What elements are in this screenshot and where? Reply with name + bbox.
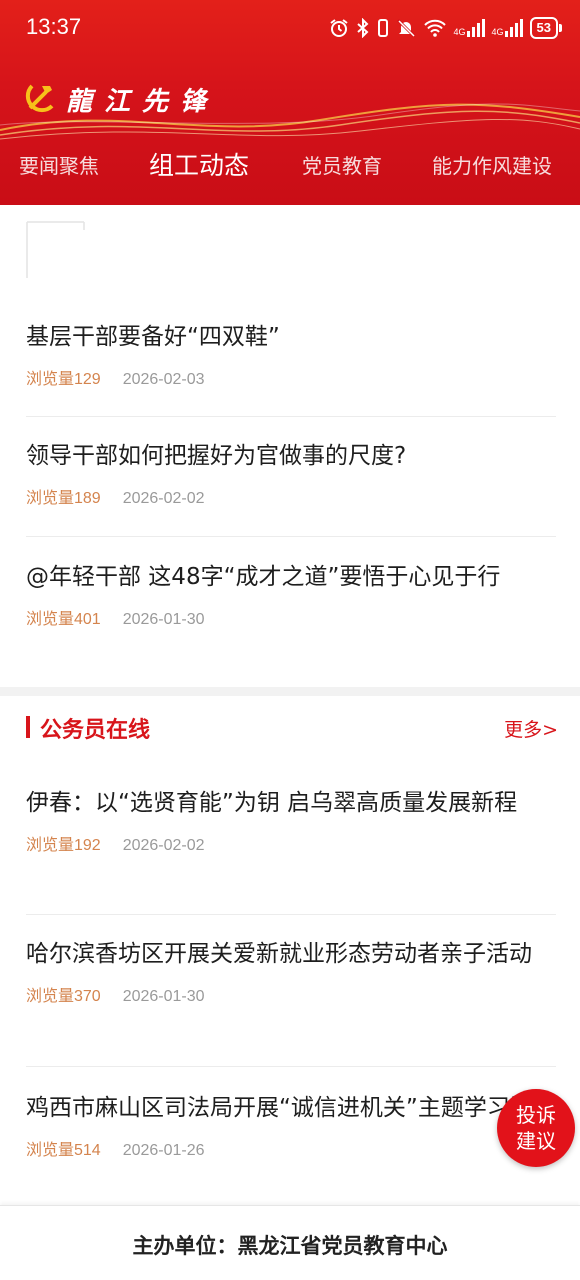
view-count: 浏览量129	[26, 371, 101, 388]
section-separator	[0, 687, 580, 696]
tab-capability-style[interactable]: 能力作风建设	[432, 150, 552, 179]
article-date: 2026-01-30	[122, 611, 205, 628]
section-accent-bar	[26, 716, 30, 738]
tab-news-focus[interactable]: 要闻聚焦	[19, 150, 99, 179]
app-header: 13:37 4G 4G 53 龍江先锋 要闻聚焦 组工动态 党员教育 能力作风建…	[0, 0, 580, 205]
divider	[26, 914, 556, 915]
view-count: 浏览量192	[26, 837, 101, 854]
list-item[interactable]: 伊春：以“选贤育能”为钥 启乌翠高质量发展新程 浏览量192 2026-02-02	[26, 788, 556, 855]
party-emblem-icon	[24, 80, 58, 118]
signal-icon-2: 4G	[492, 19, 523, 37]
article-meta: 浏览量129 2026-02-03	[26, 365, 556, 389]
article-date: 2026-01-26	[122, 1142, 205, 1159]
article-meta: 浏览量192 2026-02-02	[26, 831, 556, 855]
article-title: 鸡西市麻山区司法局开展“诚信进机关”主题学习活动	[26, 1095, 556, 1121]
article-title: 哈尔滨香坊区开展关爱新就业形态劳动者亲子活动	[26, 941, 532, 967]
article-title: 伊春：以“选贤育能”为钥 启乌翠高质量发展新程	[26, 790, 518, 816]
wifi-icon	[423, 18, 447, 38]
view-count: 浏览量401	[26, 611, 101, 628]
article-date: 2026-02-03	[122, 371, 205, 388]
alarm-icon	[329, 18, 349, 38]
article-meta: 浏览量514 2026-01-26	[26, 1136, 556, 1160]
category-tabs: 要闻聚焦 组工动态 党员教育 能力作风建设	[0, 150, 580, 190]
article-date: 2026-01-30	[122, 988, 205, 1005]
divider	[26, 416, 556, 417]
mute-bell-icon	[396, 18, 416, 38]
list-item[interactable]: @年轻干部 这48字“成才之道”要悟于心见于行 浏览量401 2026-01-30	[26, 562, 556, 629]
battery-indicator: 53	[529, 17, 563, 39]
list-item[interactable]: 鸡西市麻山区司法局开展“诚信进机关”主题学习活动 浏览量514 2026-01-2…	[26, 1093, 556, 1160]
article-date: 2026-02-02	[122, 490, 205, 507]
list-item[interactable]: 哈尔滨香坊区开展关爱新就业形态劳动者亲子活动 浏览量370 2026-01-30	[26, 939, 556, 1006]
bluetooth-icon	[356, 18, 370, 38]
app-logo: 龍江先锋	[24, 80, 218, 118]
list-item[interactable]: 领导干部如何把握好为官做事的尺度? 浏览量189 2026-02-02	[26, 441, 556, 508]
float-button-line2: 建议	[516, 1129, 556, 1153]
footer-organizer: 主办单位：黑龙江省党员教育中心	[132, 1234, 448, 1258]
tab-org-work-news[interactable]: 组工动态	[149, 146, 249, 182]
view-count: 浏览量189	[26, 490, 101, 507]
article-meta: 浏览量401 2026-01-30	[26, 605, 556, 629]
status-bar: 13:37 4G 4G 53	[0, 0, 580, 60]
view-count: 浏览量514	[26, 1142, 101, 1159]
complaint-suggestion-button[interactable]: 投诉 建议	[497, 1089, 575, 1167]
logo-text: 龍江先锋	[66, 86, 219, 117]
status-icons: 4G 4G 53	[329, 17, 563, 39]
list-item[interactable]: 基层干部要备好“四双鞋” 浏览量129 2026-02-03	[26, 322, 556, 389]
article-title: 基层干部要备好“四双鞋”	[26, 324, 280, 350]
tab-member-education[interactable]: 党员教育	[302, 150, 382, 179]
article-meta: 浏览量370 2026-01-30	[26, 982, 556, 1006]
article-date: 2026-02-02	[122, 837, 205, 854]
article-title: @年轻干部 这48字“成才之道”要悟于心见于行	[26, 564, 501, 590]
article-title: 领导干部如何把握好为官做事的尺度?	[26, 443, 407, 469]
more-link[interactable]: 更多>	[504, 715, 558, 742]
section-title: 公务员在线	[40, 718, 151, 743]
footer: 主办单位：黑龙江省党员教育中心	[0, 1205, 580, 1280]
image-placeholder	[26, 221, 85, 278]
float-button-line1: 投诉	[516, 1103, 556, 1127]
section-header: 公务员在线 更多>	[26, 712, 558, 744]
signal-icon-1: 4G	[454, 19, 485, 37]
vibrate-icon	[377, 18, 389, 38]
article-meta: 浏览量189 2026-02-02	[26, 484, 556, 508]
view-count: 浏览量370	[26, 988, 101, 1005]
status-time: 13:37	[26, 14, 82, 39]
divider	[26, 536, 556, 537]
divider	[26, 1066, 556, 1067]
